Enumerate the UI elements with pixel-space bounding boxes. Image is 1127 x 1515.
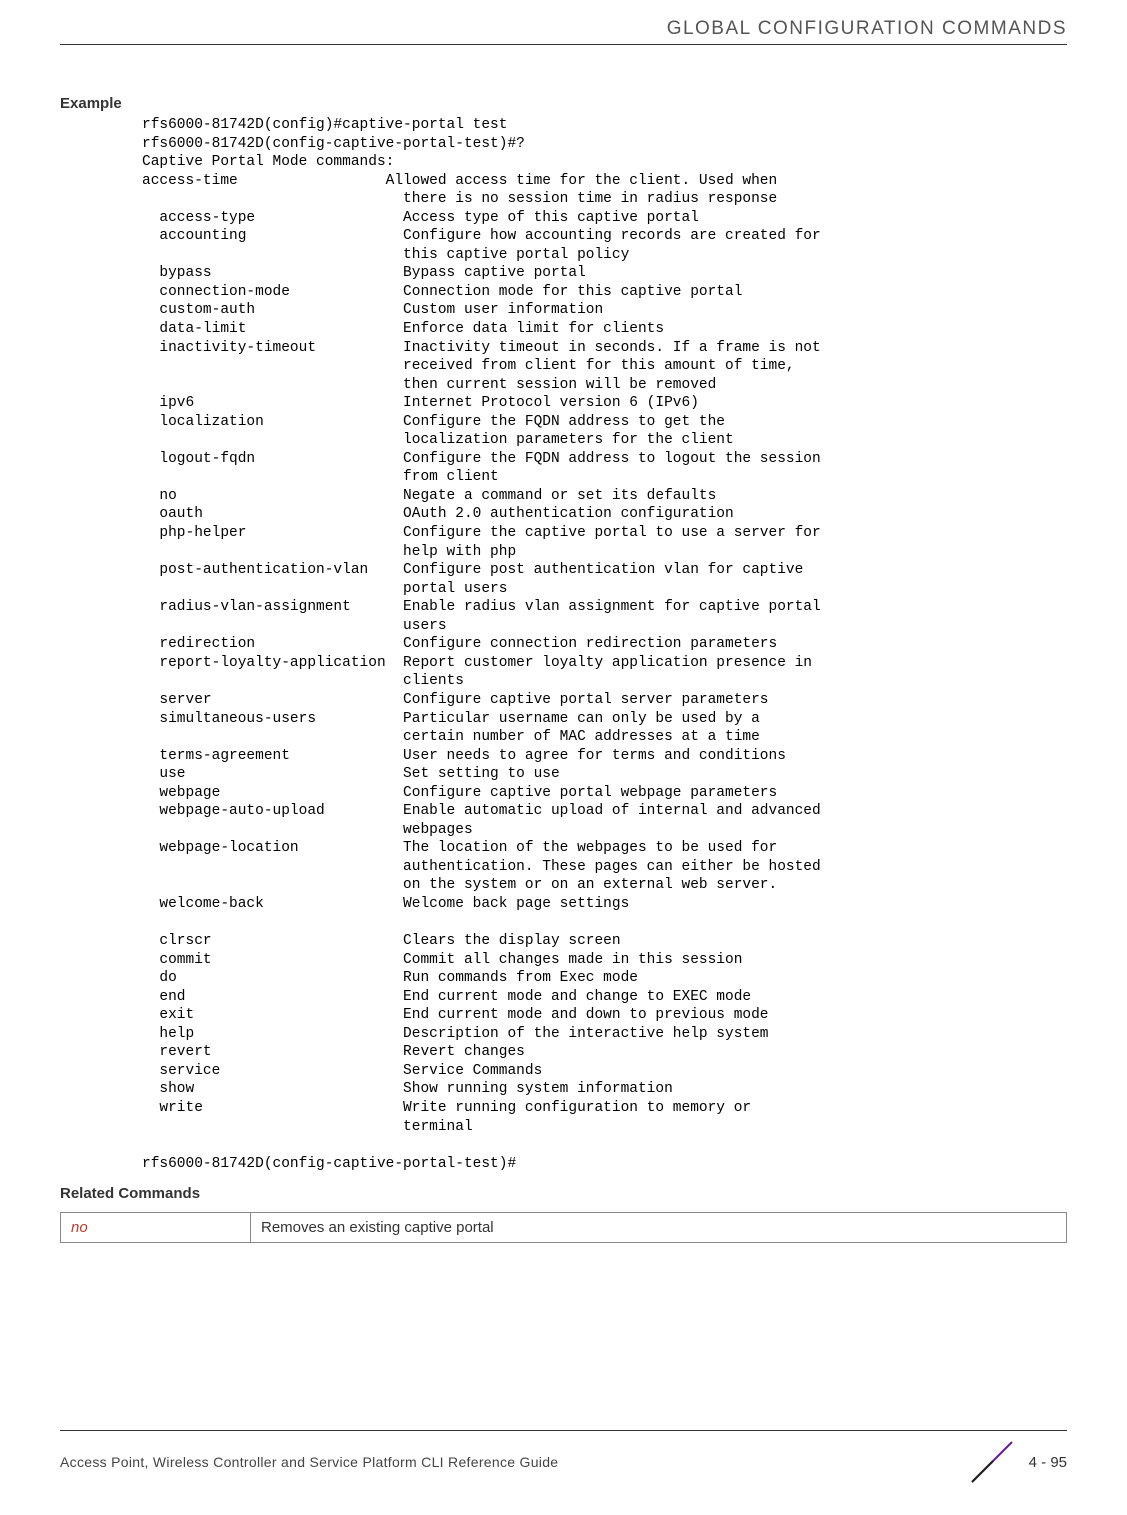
example-heading: Example [60,95,1067,112]
example-code-block: rfs6000-81742D(config)#captive-portal te… [142,116,1067,1173]
header-title: GLOBAL CONFIGURATION COMMANDS [60,18,1067,40]
corner-mark-icon [969,1439,1015,1485]
page-content: Example rfs6000-81742D(config)#captive-p… [0,49,1127,1243]
page-header: GLOBAL CONFIGURATION COMMANDS [0,0,1127,49]
table-row: no Removes an existing captive portal [61,1213,1067,1243]
footer-rule [60,1430,1067,1431]
related-cmd: no [61,1213,251,1243]
page-footer: Access Point, Wireless Controller and Se… [0,1430,1127,1485]
footer-line: Access Point, Wireless Controller and Se… [60,1439,1067,1485]
footer-guide-title: Access Point, Wireless Controller and Se… [60,1454,558,1470]
page-number: 4 - 95 [1029,1454,1067,1471]
footer-right: 4 - 95 [969,1439,1067,1485]
related-commands-table: no Removes an existing captive portal [60,1212,1067,1243]
related-commands-heading: Related Commands [60,1185,1067,1202]
related-desc: Removes an existing captive portal [251,1213,1067,1243]
header-rule [60,44,1067,45]
